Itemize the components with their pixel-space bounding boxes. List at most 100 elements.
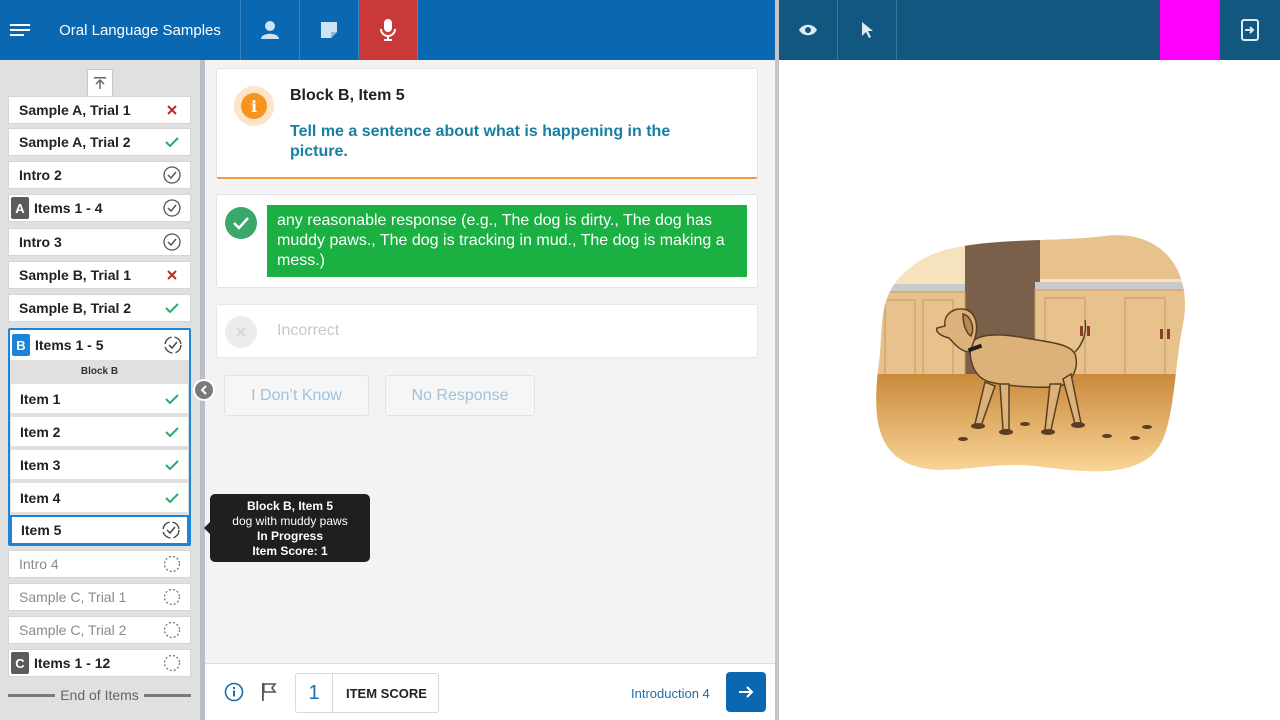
next-button[interactable] bbox=[726, 672, 766, 712]
nav-item-intro-3[interactable]: Intro 3 bbox=[8, 228, 191, 256]
chevron-left-icon bbox=[200, 385, 207, 395]
app-title: Oral Language Samples bbox=[40, 0, 241, 60]
question-card: i Block B, Item 5 Tell me a sentence abo… bbox=[216, 68, 758, 179]
end-of-items-marker: End of Items bbox=[8, 687, 191, 703]
block-a-badge: A bbox=[11, 197, 29, 219]
info-icon: i bbox=[234, 86, 274, 126]
correct-response-option[interactable]: any reasonable response (e.g., The dog i… bbox=[216, 194, 758, 288]
nav-item-item-2[interactable]: Item 2 bbox=[11, 417, 188, 446]
nav-item-item-5[interactable]: Item 5 bbox=[10, 515, 189, 545]
flag-button[interactable] bbox=[260, 682, 278, 707]
nav-item-label: Item 5 bbox=[21, 522, 62, 538]
correct-check-icon bbox=[162, 455, 182, 475]
dog-muddy-paws-picture bbox=[876, 235, 1185, 472]
not-started-dotted-circle-icon bbox=[162, 554, 182, 574]
flag-icon bbox=[262, 683, 277, 701]
not-started-dotted-circle-icon bbox=[162, 587, 182, 607]
microphone-button[interactable] bbox=[359, 0, 418, 60]
nav-item-label: Intro 3 bbox=[19, 234, 62, 250]
item-score-box[interactable]: 1 ITEM SCORE bbox=[295, 673, 439, 713]
complete-circle-check-icon bbox=[162, 165, 182, 185]
correct-response-text: any reasonable response (e.g., The dog i… bbox=[267, 205, 747, 277]
nav-item-label: Item 1 bbox=[20, 390, 61, 407]
in-progress-icon bbox=[161, 520, 181, 540]
student-button[interactable] bbox=[241, 0, 300, 60]
nav-item-label: Item 3 bbox=[20, 456, 61, 473]
nav-item-intro-4[interactable]: Intro 4 bbox=[8, 550, 191, 578]
exit-to-device-button[interactable] bbox=[1219, 0, 1280, 60]
nav-item-item-1[interactable]: Item 1 bbox=[11, 384, 188, 413]
display-toolbar bbox=[779, 0, 1280, 60]
notes-button[interactable] bbox=[300, 0, 359, 60]
tooltip-description: dog with muddy paws bbox=[232, 514, 348, 528]
complete-circle-check-icon bbox=[162, 232, 182, 252]
correct-check-icon bbox=[162, 422, 182, 442]
nav-item-sample-c-trial-1[interactable]: Sample C, Trial 1 bbox=[8, 583, 191, 611]
view-button[interactable] bbox=[779, 0, 838, 60]
nav-item-label: Sample B, Trial 2 bbox=[19, 300, 132, 316]
dont-know-button[interactable]: I Don’t Know bbox=[224, 375, 369, 416]
incorrect-x-icon bbox=[162, 265, 182, 285]
item-score-label: ITEM SCORE bbox=[346, 685, 427, 701]
student-icon bbox=[261, 21, 279, 39]
nav-item-sample-b-trial-2[interactable]: Sample B, Trial 2 bbox=[8, 294, 191, 322]
nav-item-label: Item 2 bbox=[20, 423, 61, 440]
no-response-button[interactable]: No Response bbox=[385, 375, 535, 416]
nav-item-block-c-items[interactable]: C Items 1 - 12 bbox=[8, 649, 191, 677]
nav-item-label: Sample C, Trial 2 bbox=[19, 622, 127, 638]
incorrect-x-icon bbox=[162, 100, 182, 120]
nav-item-item-3[interactable]: Item 3 bbox=[11, 450, 188, 479]
pointer-button[interactable] bbox=[838, 0, 897, 60]
nav-item-label: Items 1 - 4 bbox=[34, 200, 103, 216]
item-score-value: 1 bbox=[296, 674, 333, 712]
question-title: Block B, Item 5 bbox=[290, 87, 405, 104]
nav-item-label: Intro 2 bbox=[19, 167, 62, 183]
block-b-group: B Items 1 - 5 Block B Item 1 Item 2 Item… bbox=[8, 328, 191, 546]
hamburger-icon bbox=[10, 24, 30, 36]
tooltip-score: Item Score: 1 bbox=[252, 544, 328, 558]
block-sub-label: Block B bbox=[80, 366, 119, 377]
arrow-to-top-icon bbox=[94, 77, 106, 89]
nav-item-sample-b-trial-1[interactable]: Sample B, Trial 1 bbox=[8, 261, 191, 289]
incorrect-response-option[interactable]: Incorrect bbox=[216, 304, 758, 358]
eye-icon bbox=[799, 24, 817, 36]
nav-item-sample-a-trial-1[interactable]: Sample A, Trial 1 bbox=[8, 96, 191, 124]
close-icon bbox=[225, 316, 257, 348]
correct-check-icon bbox=[162, 132, 182, 152]
block-b-badge: B bbox=[12, 334, 30, 356]
pointer-icon bbox=[862, 22, 873, 38]
correct-check-icon bbox=[162, 389, 182, 409]
menu-button[interactable] bbox=[0, 0, 40, 60]
end-of-items-label: End of Items bbox=[60, 687, 139, 703]
nav-item-sample-c-trial-2[interactable]: Sample C, Trial 2 bbox=[8, 616, 191, 644]
nav-item-block-b-items[interactable]: B Items 1 - 5 bbox=[10, 330, 189, 360]
collapse-sidebar-button[interactable] bbox=[193, 379, 215, 401]
highlight-block[interactable] bbox=[1160, 0, 1219, 60]
scroll-to-top-button[interactable] bbox=[87, 69, 113, 97]
complete-circle-check-icon bbox=[162, 198, 182, 218]
nav-item-label: Items 1 - 5 bbox=[35, 337, 104, 353]
nav-item-label: Intro 4 bbox=[19, 556, 59, 572]
info-outline-icon bbox=[224, 682, 244, 702]
tooltip-title: Block B, Item 5 bbox=[246, 499, 334, 513]
item-navigation-sidebar: Sample A, Trial 1 Sample A, Trial 2 Intr… bbox=[0, 60, 200, 720]
exit-to-device-icon bbox=[1241, 19, 1259, 41]
tooltip-status: In Progress bbox=[256, 529, 324, 543]
next-item-label[interactable]: Introduction 4 bbox=[631, 686, 710, 701]
nav-item-label: Item 4 bbox=[20, 489, 61, 506]
nav-item-intro-2[interactable]: Intro 2 bbox=[8, 161, 191, 189]
top-toolbar: Oral Language Samples bbox=[0, 0, 775, 60]
item-info-button[interactable] bbox=[224, 682, 244, 707]
nav-item-label: Sample A, Trial 1 bbox=[19, 102, 131, 118]
nav-item-label: Items 1 - 12 bbox=[34, 655, 111, 671]
stimulus-panel bbox=[779, 60, 1280, 720]
nav-item-sample-a-trial-2[interactable]: Sample A, Trial 2 bbox=[8, 128, 191, 156]
nav-item-item-4[interactable]: Item 4 bbox=[11, 483, 188, 512]
arrow-right-icon bbox=[739, 686, 754, 698]
not-started-dotted-circle-icon bbox=[162, 620, 182, 640]
nav-item-label: Sample B, Trial 1 bbox=[19, 267, 132, 283]
nav-item-block-a-items[interactable]: A Items 1 - 4 bbox=[8, 194, 191, 222]
nav-item-label: Sample A, Trial 2 bbox=[19, 134, 131, 150]
microphone-icon bbox=[380, 19, 396, 41]
notes-icon bbox=[321, 22, 337, 38]
